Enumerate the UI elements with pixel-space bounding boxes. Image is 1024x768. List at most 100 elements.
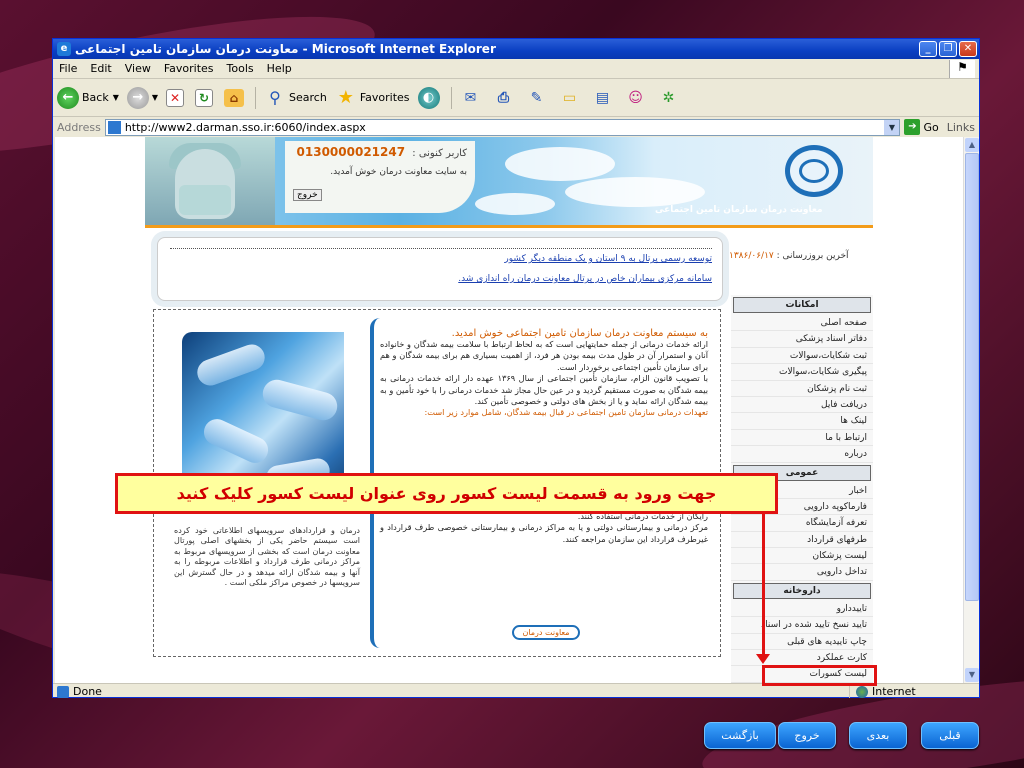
menu-favorites[interactable]: Favorites	[164, 62, 214, 75]
window-title: معاونت درمان سازمان تامین اجتماعی - Micr…	[75, 42, 496, 56]
last-update: آخرین بروزرسانی : ۱۳۸۶/۰۶/۱۷	[729, 251, 849, 261]
sidebar-item[interactable]: پیگیری شکایات،سوالات	[731, 364, 873, 381]
sidebar-item[interactable]: دفاتر اسناد پزشکی	[731, 331, 873, 348]
sidebar-item[interactable]: ثبت نام پزشکان	[731, 381, 873, 397]
sidebar-item[interactable]: تاییددارو	[731, 601, 873, 618]
print-button[interactable]: ⎙	[493, 87, 518, 109]
research-icon: ▤	[595, 89, 610, 106]
refresh-icon: ↻	[195, 88, 214, 107]
sidebar-item[interactable]: تداخل دارویی	[731, 564, 873, 581]
home-icon: ⌂	[224, 88, 245, 107]
sidebar-item[interactable]: تایید نسخ تایید شده در اسناد	[731, 617, 873, 634]
logout-button[interactable]: خروج	[293, 189, 322, 201]
vertical-scrollbar[interactable]: ▲ ▼	[963, 137, 979, 683]
intro-paragraph-1: ارائه خدمات درمانی از جمله حمایتهایی است…	[380, 339, 708, 372]
stop-button[interactable]: ✕	[166, 88, 187, 107]
search-label: Search	[289, 91, 327, 104]
sidebar-item[interactable]: درباره	[731, 446, 873, 463]
sidebar-item[interactable]: لینک ها	[731, 413, 873, 430]
sidebar-item[interactable]: طرفهای قرارداد	[731, 532, 873, 549]
home-button[interactable]: ⌂	[224, 88, 247, 107]
callout-text: جهت ورود به قسمت لیست کسور روی عنوان لیس…	[176, 484, 717, 503]
intro-heading: به سیستم معاونت درمان سازمان تامین اجتما…	[451, 328, 708, 339]
go-label: Go	[923, 120, 939, 134]
welcome-text: به سایت معاونت درمان خوش آمدید.	[330, 167, 467, 177]
zone-text: Internet	[872, 685, 916, 698]
refresh-button[interactable]: ↻	[195, 88, 216, 107]
instruction-callout: جهت ورود به قسمت لیست کسور روی عنوان لیس…	[115, 473, 778, 514]
intro-orange-line: تعهدات درمانی سازمان تامین اجتماعی در قب…	[424, 407, 708, 418]
sidebar-item[interactable]: ارتباط با ما	[731, 430, 873, 447]
edit-button[interactable]: ✎	[526, 87, 551, 109]
news-link-1[interactable]: توسعه رسمی پرتال به ۹ استان و یک منطقه د…	[504, 254, 712, 264]
sidebar-item[interactable]: ثبت شکایات،سوالات	[731, 348, 873, 365]
favorites-label: Favorites	[359, 91, 410, 104]
page-icon	[107, 120, 121, 134]
favorites-star-icon: ★	[337, 86, 354, 108]
target-highlight-box	[762, 665, 877, 686]
messenger-icon: ☺	[628, 89, 643, 106]
sidebar-item[interactable]: لیست پزشکان	[731, 548, 873, 565]
header-banner: کاربر کنونی : 0130000021247 به سایت معاو…	[145, 137, 873, 225]
menu-tools[interactable]: Tools	[227, 62, 254, 75]
back-nav-button[interactable]: بازگشت	[704, 722, 776, 749]
image-caption: درمان و قراردادهای سرویسهای اطلاعاتی خود…	[174, 526, 360, 588]
back-arrow-icon: ←	[57, 86, 79, 109]
stop-icon: ✕	[166, 88, 185, 107]
prev-nav-button[interactable]: قبلی	[921, 722, 979, 749]
scroll-thumb[interactable]	[965, 153, 979, 601]
sidebar-item[interactable]: کارت عملکرد	[731, 650, 873, 667]
menu-file[interactable]: File	[59, 62, 77, 75]
url-text: http://www2.darman.sso.ir:6060/index.asp…	[124, 120, 366, 134]
links-button[interactable]: Links	[947, 121, 975, 134]
ie-logo-icon: e	[57, 42, 71, 56]
more-link[interactable]: معاونت درمان	[512, 625, 580, 640]
menu-view[interactable]: View	[125, 62, 151, 75]
media-icon: ◐	[417, 86, 440, 109]
address-bar: Address http://www2.darman.sso.ir:6060/i…	[53, 117, 979, 137]
doctor-image	[145, 137, 275, 225]
menu-edit[interactable]: Edit	[90, 62, 111, 75]
current-user: کاربر کنونی : 0130000021247	[289, 145, 467, 159]
mail-button[interactable]: ✉	[460, 87, 485, 109]
status-text: Done	[73, 685, 102, 698]
close-button[interactable]: ✕	[959, 41, 977, 57]
search-button[interactable]: ⚲ Search	[264, 87, 327, 109]
sidebar-section-header: داروخانه	[733, 582, 871, 599]
scroll-down-icon[interactable]: ▼	[965, 668, 979, 682]
research-button[interactable]: ▤	[592, 87, 617, 109]
media-button[interactable]: ◐	[417, 86, 443, 109]
favorites-button[interactable]: ★ Favorites	[335, 87, 410, 109]
menu-help[interactable]: Help	[267, 62, 292, 75]
forward-arrow-icon: →	[126, 86, 149, 109]
sidebar-item[interactable]: چاپ تاییدیه های قبلی	[731, 634, 873, 651]
user-id: 0130000021247	[296, 145, 406, 159]
sidebar-item[interactable]: صفحه اصلی	[731, 315, 873, 332]
print-icon: ⎙	[497, 89, 510, 106]
scroll-up-icon[interactable]: ▲	[965, 138, 979, 152]
last-update-label: آخرین بروزرسانی :	[773, 251, 849, 261]
next-nav-button[interactable]: بعدی	[849, 722, 907, 749]
sidebar-item[interactable]: دریافت فایل	[731, 397, 873, 414]
go-button[interactable]: ➔ Go	[904, 119, 939, 135]
minimize-button[interactable]: _	[919, 41, 937, 57]
address-label: Address	[57, 120, 101, 134]
go-arrow-icon: ➔	[904, 119, 921, 135]
sidebar-item[interactable]: تعرفه آزمایشگاه	[731, 515, 873, 532]
news-link-2[interactable]: سامانه مرکزی بیماران خاص در پرتال معاونت…	[458, 274, 712, 284]
login-box: کاربر کنونی : 0130000021247 به سایت معاو…	[285, 141, 475, 213]
title-bar: e معاونت درمان سازمان تامین اجتماعی - Mi…	[53, 39, 979, 59]
folder-button[interactable]: ▭	[559, 87, 584, 109]
folder-icon: ▭	[562, 89, 577, 106]
msn-button[interactable]: ✲	[658, 87, 683, 109]
messenger-button[interactable]: ☺	[625, 87, 650, 109]
exit-nav-button[interactable]: خروج	[778, 722, 836, 749]
forward-button[interactable]: → ▼	[126, 86, 158, 109]
mail-icon: ✉	[464, 89, 477, 106]
address-dropdown-icon[interactable]: ▼	[884, 119, 900, 135]
address-input[interactable]: http://www2.darman.sso.ir:6060/index.asp…	[104, 118, 901, 136]
back-button[interactable]: ← Back ▼	[57, 86, 119, 109]
sidebar-section-header: امکانات	[733, 297, 871, 313]
pointer-arrow-head	[756, 654, 770, 664]
maximize-button[interactable]: ❐	[939, 41, 957, 57]
